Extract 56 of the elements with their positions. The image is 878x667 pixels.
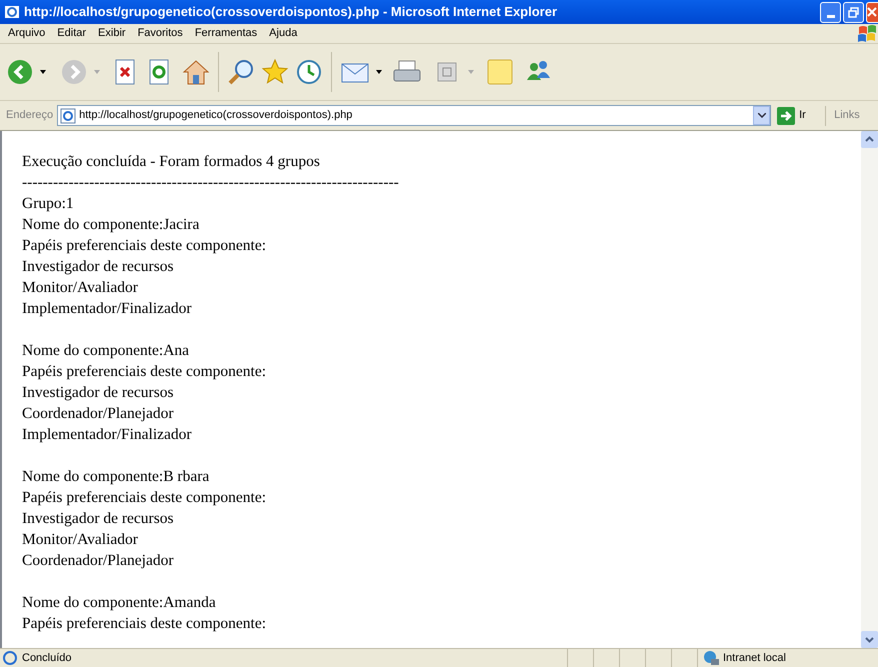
text-line: Nome do componente:Amanda [22, 593, 216, 613]
network-icon [702, 650, 720, 666]
windows-logo [856, 25, 878, 43]
go-button[interactable]: Ir [777, 106, 822, 124]
star-icon[interactable] [261, 58, 289, 86]
close-button[interactable] [866, 2, 878, 22]
status-text: Concluído [22, 650, 73, 666]
refresh-icon[interactable] [148, 59, 170, 85]
dropdown-button[interactable] [753, 106, 770, 125]
stop-icon[interactable] [114, 59, 136, 85]
text-line: Implementador/Finalizador [22, 425, 192, 445]
text-line: Nome do componente:Jacira [22, 215, 200, 235]
window-title: http://localhost/grupogenetico(crossoverdoispontos).php - Microsoft Internet Explorer [24, 3, 558, 22]
zone-label: Intranet local [723, 650, 786, 666]
scroll-down-icon[interactable] [861, 631, 878, 648]
text-line: Papéis preferenciais deste componente: [22, 236, 266, 256]
caret-icon [758, 113, 766, 118]
back-icon[interactable] [6, 58, 34, 86]
history-icon[interactable] [295, 58, 323, 86]
scroll-up-icon[interactable] [861, 131, 878, 148]
minimize-button[interactable] [820, 2, 841, 22]
menu-item[interactable]: Exibir [92, 24, 132, 43]
caret-icon[interactable] [376, 70, 382, 74]
minimize-icon [826, 14, 834, 18]
menu-item[interactable]: Ferramentas [188, 24, 264, 43]
address-field[interactable]: http://localhost/grupogenetico(crossoverdoispontos).php [57, 105, 772, 126]
text-line: Implementador/Finalizador [22, 299, 192, 319]
menu-item[interactable]: Favoritos [132, 24, 189, 43]
search-icon[interactable] [227, 58, 255, 86]
page-icon [2, 650, 18, 666]
text-line: Execução concluída - Foram formados 4 grupos [22, 152, 320, 172]
browser-icon [4, 4, 20, 20]
address-label: Endereço [6, 108, 54, 124]
text-line: ------------------------------------------------------------------------- [22, 173, 399, 193]
text-line: Investigador de recursos [22, 257, 174, 277]
text-line: Investigador de recursos [22, 509, 174, 529]
page-icon [60, 108, 76, 124]
text-line: Nome do componente:Ana [22, 341, 190, 361]
text-line: Grupo:1 [22, 194, 74, 214]
text-line: Monitor/Avaliador [22, 530, 138, 550]
text-line: Nome do componente:B rbara [22, 467, 210, 487]
menu-item[interactable]: Arquivo [2, 24, 52, 43]
restore-button[interactable] [843, 2, 864, 22]
menu-item[interactable]: Editar [51, 24, 92, 43]
text-line: Coordenador/Planejador [22, 404, 174, 424]
menu-item[interactable]: Ajuda [263, 24, 304, 43]
text-line: Papéis preferenciais deste componente: [22, 488, 266, 508]
text-line: Papéis preferenciais deste componente: [22, 614, 266, 634]
close-icon [867, 7, 877, 17]
restore-icon [848, 6, 859, 18]
text-line: Coordenador/Planejador [22, 551, 174, 571]
home-icon[interactable] [182, 59, 210, 85]
text-line: Monitor/Avaliador [22, 278, 138, 298]
caret-icon[interactable] [40, 70, 46, 74]
text-line: Papéis preferenciais deste componente: [22, 362, 266, 382]
text-line: Investigador de recursos [22, 383, 174, 403]
